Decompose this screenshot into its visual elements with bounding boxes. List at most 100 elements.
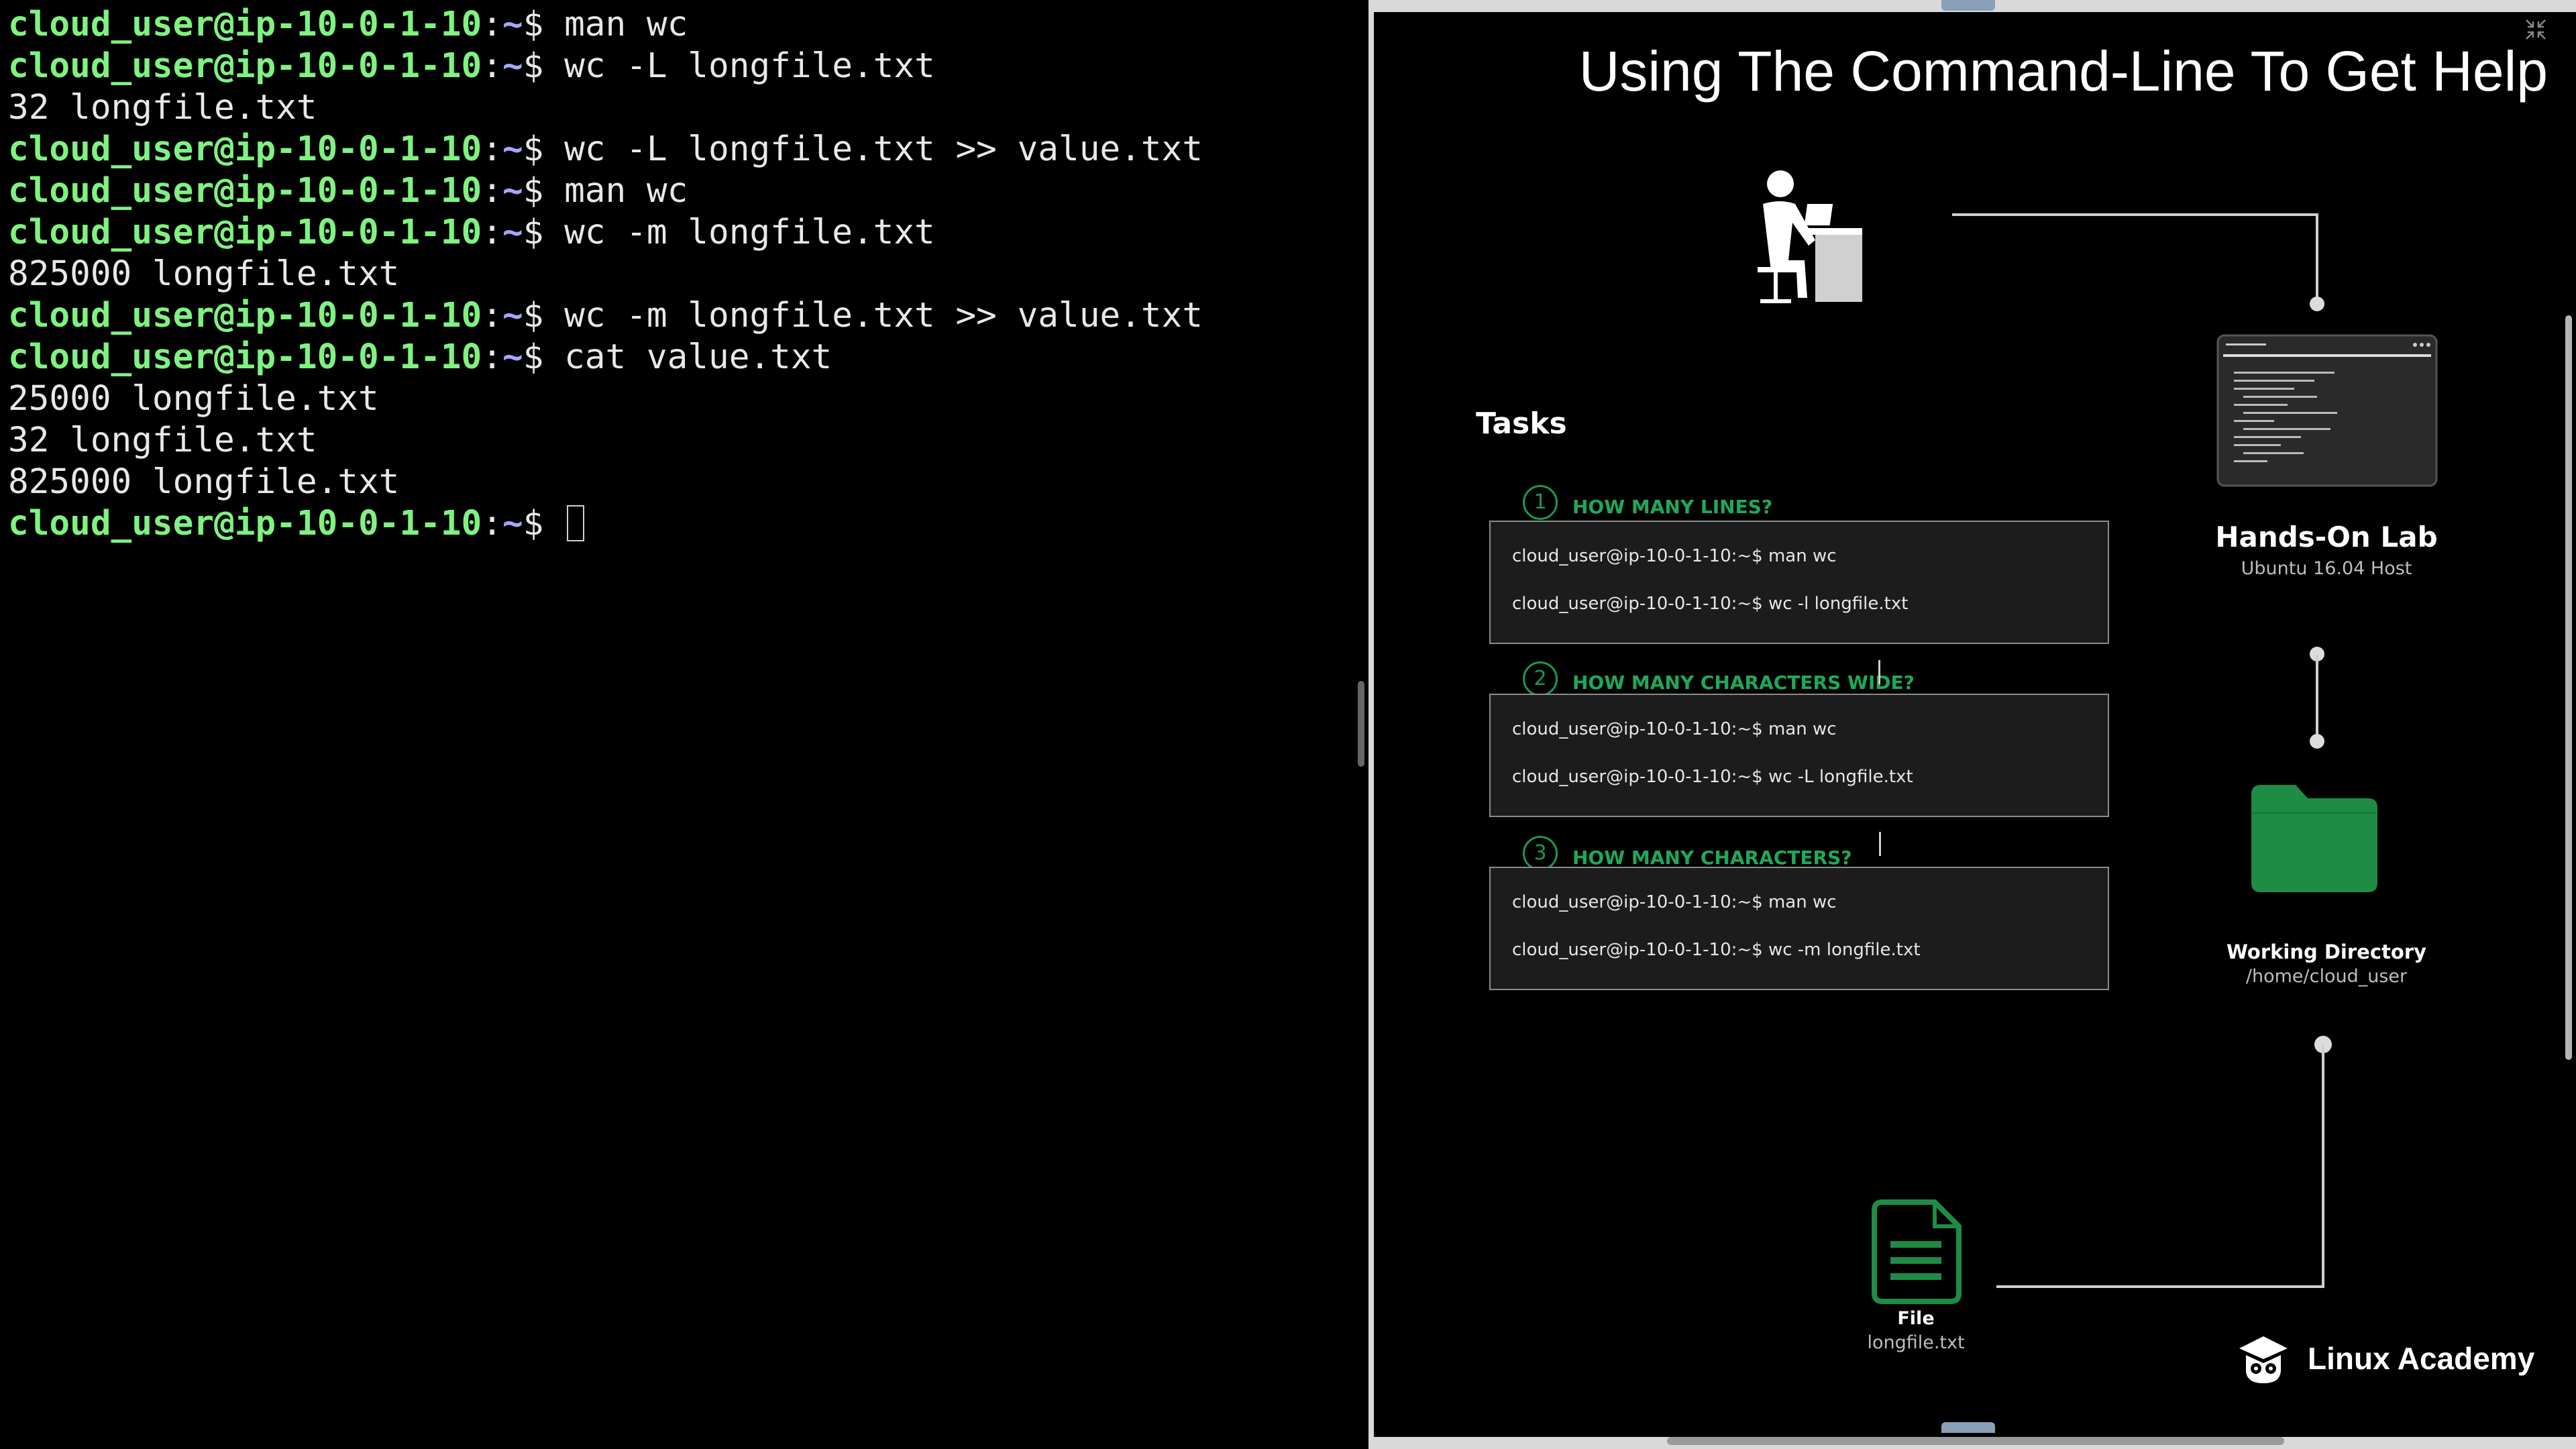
terminal-command-line: cloud_user@ip-10-0-1-10:~$ wc -L longfil… [8,129,1203,170]
task-command: cloud_user@ip-10-0-1-10:~$ wc -m longfil… [1512,940,1921,960]
terminal-output-line: 32 longfile.txt [8,421,317,460]
terminal-output: cloud_user@ip-10-0-1-10:~$ man wc cloud_u… [8,4,1203,545]
prompt-path: ~ [502,171,523,211]
task-command-box: cloud_user@ip-10-0-1-10:~$ man wc cloud_u… [1489,867,2109,990]
terminal-command-line: cloud_user@ip-10-0-1-10:~$ man wc [8,4,1203,46]
connector-dot [2310,297,2324,311]
prompt-user: cloud_user@ip-10-0-1-10 [8,46,482,86]
prompt-user: cloud_user@ip-10-0-1-10 [8,171,482,211]
connector-line [1952,213,2317,216]
prompt-separator: : [482,504,502,543]
task-connector [1879,832,1881,856]
file-name: longfile.txt [1867,1332,1965,1353]
command-text: wc -L longfile.txt [564,46,935,86]
panel-bottom-grip[interactable] [1941,1422,1995,1433]
brand-name: Linux Academy [2308,1341,2535,1376]
task-number-badge: 3 [1523,836,1558,871]
tasks-heading: Tasks [1476,407,1567,441]
prompt-path: ~ [502,129,523,169]
task-command: cloud_user@ip-10-0-1-10:~$ man wc [1512,546,1837,566]
terminal-output-line: 825000 longfile.txt [8,254,400,294]
horizontal-scrollbar[interactable] [1667,1437,2284,1445]
task-command: cloud_user@ip-10-0-1-10:~$ wc -l longfil… [1512,594,1909,614]
prompt-symbol: $ [523,337,565,377]
command-text: wc -m longfile.txt [564,213,935,252]
connector-line [1996,1285,2324,1288]
lab-title: Hands-On Lab [2215,521,2438,553]
prompt-user: cloud_user@ip-10-0-1-10 [8,296,482,335]
connector-line [2322,1045,2324,1288]
person-at-desk-icon [1758,170,1862,303]
folder-icon [2251,785,2377,892]
task-command-box: cloud_user@ip-10-0-1-10:~$ man wc cloud_u… [1489,694,2109,817]
prompt-symbol: $ [523,171,565,211]
command-text: wc -L longfile.txt >> value.txt [564,129,1203,169]
vertical-scrollbar[interactable] [2565,315,2572,1060]
prompt-separator: : [482,46,502,86]
prompt-symbol: $ [523,296,565,335]
terminal-cursor[interactable] [567,505,585,541]
file-icon [1872,1199,1962,1304]
prompt-symbol: $ [523,46,565,86]
prompt-path: ~ [502,296,523,335]
connector-dot [2310,734,2324,749]
command-text: cat value.txt [564,337,833,377]
panel-top-grip[interactable] [1941,0,1995,11]
prompt-path: ~ [502,337,523,377]
prompt-separator: : [482,337,502,377]
connector-line [2316,213,2318,301]
lab-subtitle: Ubuntu 16.04 Host [2241,558,2412,579]
prompt-path: ~ [502,213,523,252]
prompt-path: ~ [502,46,523,86]
terminal-command-line: cloud_user@ip-10-0-1-10:~$ cat value.txt [8,337,1203,378]
terminal-command-line: cloud_user@ip-10-0-1-10:~$ wc -L longfil… [8,46,1203,87]
prompt-separator: : [482,5,502,44]
slide-title: Using The Command-Line To Get Help [1578,40,2548,103]
prompt-user: cloud_user@ip-10-0-1-10 [8,337,482,377]
prompt-path: ~ [502,5,523,44]
working-dir-path: /home/cloud_user [2245,966,2408,987]
command-text: wc -m longfile.txt >> value.txt [564,296,1203,335]
terminal-command-line: cloud_user@ip-10-0-1-10:~$ [8,503,1203,545]
task-title: HOW MANY CHARACTERS WIDE? [1572,672,1915,694]
prompt-symbol: $ [523,5,565,44]
terminal-output-line: 32 longfile.txt [8,88,317,127]
command-text: man wc [564,5,688,44]
prompt-user: cloud_user@ip-10-0-1-10 [8,213,482,252]
task-command: cloud_user@ip-10-0-1-10:~$ wc -L longfil… [1512,767,1913,787]
prompt-path: ~ [502,504,523,543]
terminal-command-line: cloud_user@ip-10-0-1-10:~$ wc -m longfil… [8,295,1203,337]
working-dir-title: Working Directory [2226,941,2427,963]
command-text: man wc [564,171,688,211]
connector-line [2316,655,2318,741]
prompt-symbol: $ [523,129,565,169]
task-title: HOW MANY CHARACTERS? [1572,847,1852,869]
prompt-separator: : [482,213,502,252]
prompt-separator: : [482,296,502,335]
prompt-user: cloud_user@ip-10-0-1-10 [8,504,482,543]
split-pane-handle[interactable] [1358,681,1364,767]
task-command-box: cloud_user@ip-10-0-1-10:~$ man wc cloud_u… [1489,521,2109,644]
prompt-symbol: $ [523,504,565,543]
terminal-window-icon [2216,334,2438,487]
task-number-badge: 1 [1523,485,1558,520]
terminal-output-line: 25000 longfile.txt [8,379,379,419]
task-command: cloud_user@ip-10-0-1-10:~$ man wc [1512,892,1837,912]
slide-panel: Using The Command-Line To Get Help Hands… [1368,0,2576,1449]
prompt-separator: : [482,171,502,211]
prompt-user: cloud_user@ip-10-0-1-10 [8,129,482,169]
linux-academy-owl-icon [2239,1336,2288,1383]
terminal-command-line: cloud_user@ip-10-0-1-10:~$ man wc [8,170,1203,212]
prompt-user: cloud_user@ip-10-0-1-10 [8,5,482,44]
task-title: HOW MANY LINES? [1572,496,1773,518]
terminal-pane[interactable]: cloud_user@ip-10-0-1-10:~$ man wc cloud_u… [0,0,1368,1449]
slide: Using The Command-Line To Get Help Hands… [1374,12,2576,1437]
task-connector [1878,660,1880,684]
prompt-symbol: $ [523,213,565,252]
terminal-output-line: 825000 longfile.txt [8,462,400,502]
task-command: cloud_user@ip-10-0-1-10:~$ man wc [1512,719,1837,739]
task-number-badge: 2 [1523,661,1558,696]
file-title: File [1897,1308,1935,1329]
terminal-command-line: cloud_user@ip-10-0-1-10:~$ wc -m longfil… [8,212,1203,254]
prompt-separator: : [482,129,502,169]
